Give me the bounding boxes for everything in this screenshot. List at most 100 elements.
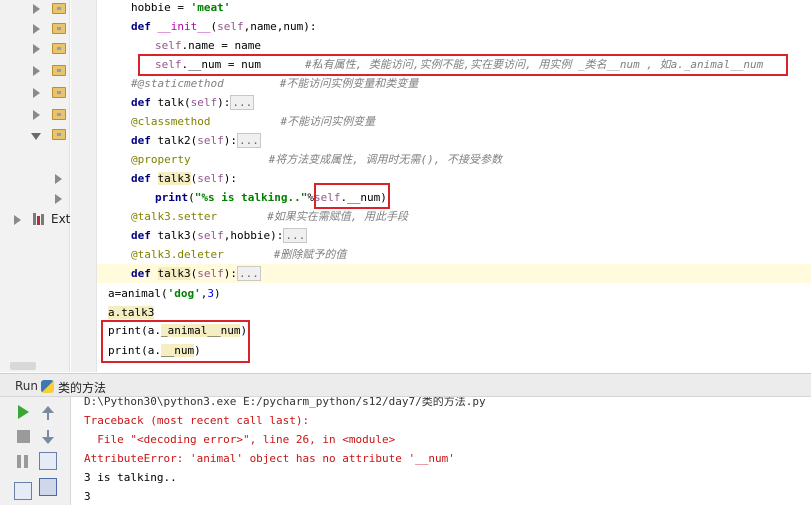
code-text: % (307, 191, 314, 204)
code-comment: #如果实在需赋值, 用此手段 (267, 210, 408, 223)
folded-code[interactable]: ... (283, 228, 308, 243)
code-text: a.talk3 (108, 306, 155, 319)
code-line-current: def talk3(self):... (97, 264, 811, 283)
folder-icon (52, 23, 66, 34)
tree-item[interactable] (0, 0, 70, 20)
run-panel-header: Run 类的方法 (0, 373, 811, 397)
console-line: Traceback (most recent call last): (84, 414, 310, 427)
expand-arrow-icon[interactable] (33, 44, 40, 54)
expand-arrow-icon[interactable] (33, 24, 40, 34)
code-line: def __init__(self,name,num): (97, 17, 811, 36)
function-name: talk2 (157, 134, 191, 147)
expand-arrow-icon[interactable] (33, 110, 40, 120)
console-line: File "<decoding error>", line 26, in <mo… (84, 433, 396, 446)
run-config-name[interactable]: 类的方法 (58, 379, 106, 396)
code-line: def talk(self):... (97, 93, 811, 112)
dump-threads-icon[interactable] (14, 482, 32, 500)
tree-scrollbar[interactable] (10, 362, 36, 370)
self-keyword: self (197, 172, 224, 185)
pause-icon[interactable] (17, 455, 35, 473)
self-keyword: self (155, 39, 182, 52)
folded-code[interactable]: ... (230, 95, 255, 110)
expand-arrow-icon[interactable] (33, 4, 40, 14)
external-libraries-label[interactable]: Ext (51, 212, 70, 226)
string-literal: "%s is talking.." (194, 191, 308, 204)
console-line: 3 (84, 490, 91, 503)
tree-item[interactable] (0, 190, 70, 210)
console-line: D:\Python30\python3.exe E:/pycharm_pytho… (84, 397, 486, 408)
keyword: def (131, 20, 158, 33)
code-line: #@staticmethod #不能访问实例变量和类变量 (97, 74, 811, 93)
expand-arrow-icon[interactable] (33, 88, 40, 98)
self-keyword: self (197, 134, 224, 147)
tree-item[interactable] (0, 126, 70, 146)
tree-item[interactable] (0, 170, 70, 190)
tree-item[interactable] (0, 40, 70, 60)
run-tab-label[interactable]: Run (15, 379, 38, 393)
arrow-up-stem (47, 413, 49, 420)
folded-code[interactable]: ... (237, 133, 261, 148)
function-name: talk (157, 96, 185, 109)
folder-icon (52, 129, 66, 140)
code-text: ): (223, 134, 237, 147)
folded-code[interactable]: ... (237, 266, 261, 281)
expand-arrow-icon[interactable] (14, 215, 21, 225)
code-line: def talk3(self): (97, 169, 811, 188)
tree-item[interactable] (0, 84, 70, 104)
tree-item[interactable] (0, 106, 70, 126)
string-literal: 'dog' (167, 287, 201, 300)
decorator: @classmethod (131, 115, 211, 128)
code-line: print("%s is talking.."%self.__num) (97, 188, 811, 207)
keyword: def (131, 134, 158, 147)
code-text: hobbie = (131, 1, 191, 14)
collapse-arrow-icon[interactable] (31, 133, 41, 140)
expand-arrow-icon[interactable] (55, 194, 62, 204)
tree-item[interactable] (0, 20, 70, 40)
library-icon (33, 213, 46, 225)
function-name: __init__ (157, 20, 211, 33)
code-line: @talk3.deleter #删除赋予的值 (97, 245, 811, 264)
console-output[interactable]: D:\Python30\python3.exe E:/pycharm_pytho… (71, 397, 811, 505)
self-keyword: self (197, 229, 224, 242)
code-text: ( (188, 191, 195, 204)
code-text: ,name,num): (243, 20, 317, 33)
arrow-down-icon[interactable] (42, 437, 54, 444)
code-text: a=animal( (108, 287, 168, 300)
code-text: .name = name (181, 39, 261, 52)
code-comment: #将方法变成属性, 调用时无需(), 不接受参数 (268, 153, 502, 166)
run-toolbar (0, 397, 70, 505)
rerun-icon[interactable] (18, 405, 29, 419)
soft-wrap-icon[interactable] (39, 452, 57, 470)
annotation-box (138, 54, 788, 76)
expand-arrow-icon[interactable] (33, 66, 40, 76)
decorator: @talk3.deleter (131, 248, 224, 261)
console-line: 3 is talking.. (84, 471, 177, 484)
annotation-box (314, 183, 390, 209)
arrow-up-icon[interactable] (42, 406, 54, 413)
string-literal: 'meat' (190, 1, 231, 14)
code-line: @classmethod #不能访问实例变量 (97, 112, 811, 131)
keyword: print (155, 191, 189, 204)
number-literal: 3 (207, 287, 214, 300)
code-line: self.name = name (97, 36, 811, 55)
scroll-to-end-icon[interactable] (39, 478, 57, 496)
tree-item[interactable] (0, 62, 70, 82)
folder-icon (52, 109, 66, 120)
self-keyword: self (217, 20, 244, 33)
commented-decorator: #@staticmethod (131, 77, 224, 90)
function-name: talk3 (157, 267, 191, 280)
stop-icon[interactable] (17, 430, 30, 443)
decorator: @property (131, 153, 191, 166)
code-text: ) (213, 287, 221, 300)
expand-arrow-icon[interactable] (55, 174, 62, 184)
folder-icon (52, 3, 66, 14)
python-icon (41, 380, 54, 393)
code-line: hobbie = 'meat' (97, 0, 811, 17)
folder-icon (52, 43, 66, 54)
console-line: AttributeError: 'animal' object has no a… (84, 452, 455, 465)
code-line: def talk3(self,hobbie):... (97, 226, 811, 245)
line-gutter (71, 0, 96, 372)
keyword: def (131, 96, 158, 109)
code-text: ): (223, 267, 237, 280)
keyword: def (131, 172, 158, 185)
